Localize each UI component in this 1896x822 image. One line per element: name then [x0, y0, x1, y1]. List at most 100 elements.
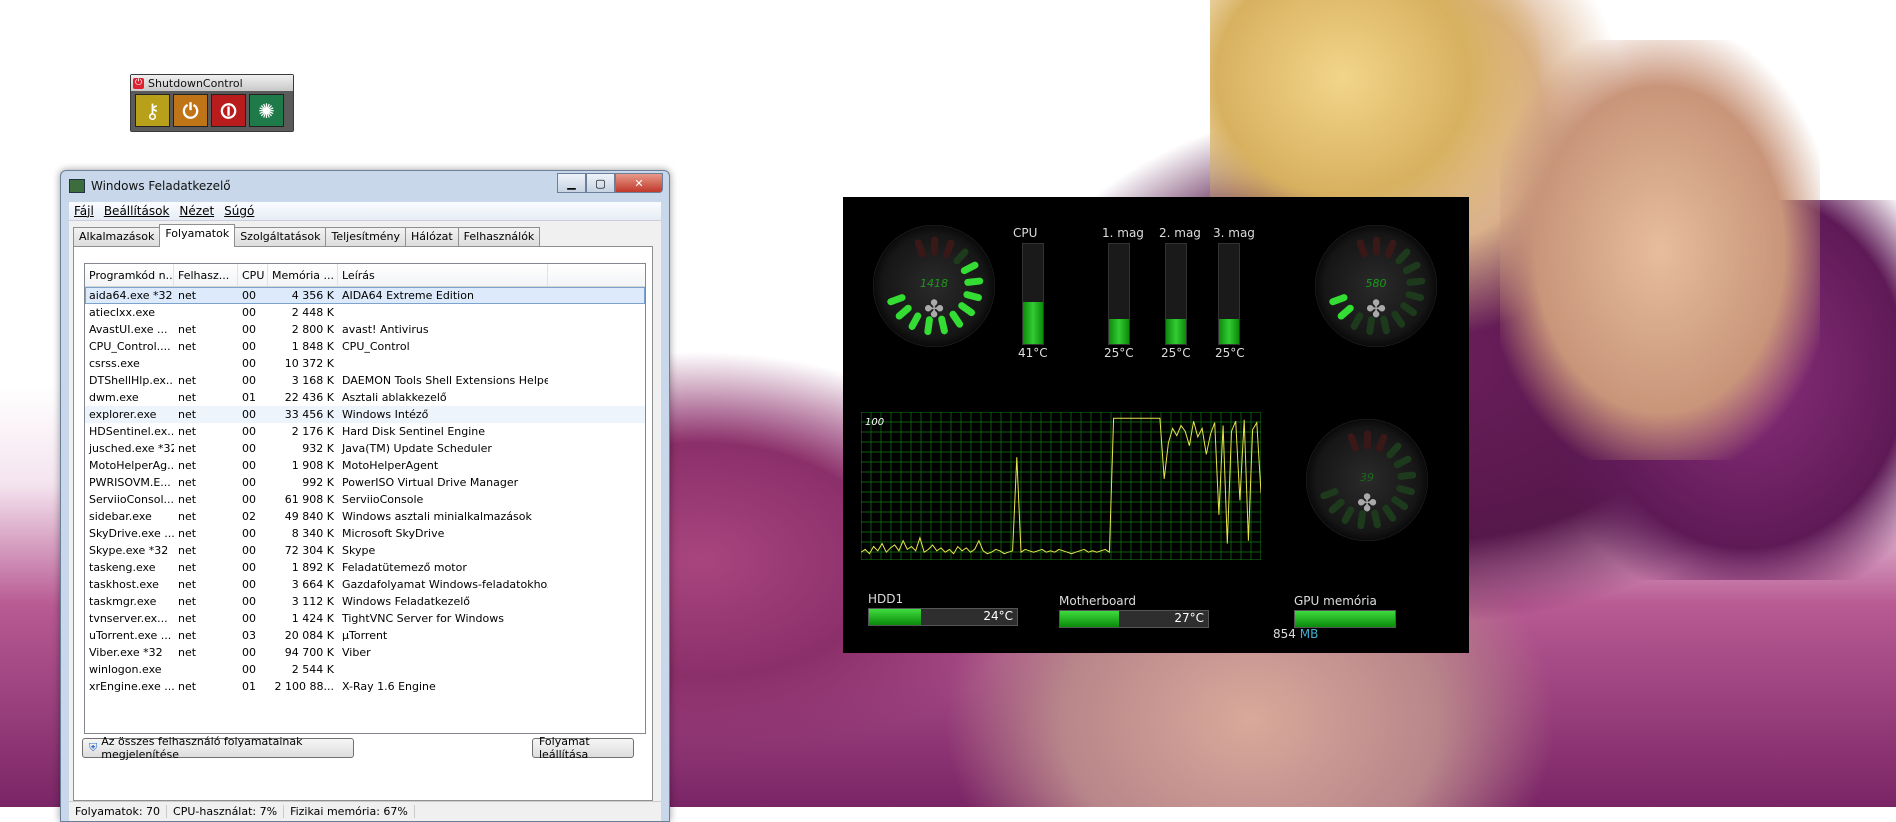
table-row[interactable]: jusched.exe *32net00932 KJava(TM) Update… — [85, 440, 645, 457]
gauge-segment — [1332, 502, 1341, 510]
cell-image-name: jusched.exe *32 — [85, 442, 174, 455]
cell-cpu: 00 — [238, 459, 268, 472]
cell-memory: 94 700 K — [268, 646, 338, 659]
fan-gauge-2: 580 ✤ — [1315, 225, 1437, 347]
tab-bar: Alkalmazások Folyamatok Szolgáltatások T… — [69, 221, 661, 247]
table-row[interactable]: Viber.exe *32net0094 700 KViber — [85, 644, 645, 661]
cell-memory: 3 112 K — [268, 595, 338, 608]
cell-cpu: 00 — [238, 289, 268, 302]
restart-button[interactable]: ✺ — [249, 94, 284, 127]
table-row[interactable]: taskeng.exenet001 892 KFeladatütemező mo… — [85, 559, 645, 576]
show-all-users-button[interactable]: ⛨ Az összes felhasználó folyamatainak me… — [82, 738, 354, 758]
table-row[interactable]: xrEngine.exe ...net012 100 88...X-Ray 1.… — [85, 678, 645, 695]
table-row[interactable]: MotoHelperAg...net001 908 KMotoHelperAge… — [85, 457, 645, 474]
fan-gauge-1: 1418 ✤ — [873, 225, 995, 347]
shutdown-button[interactable]: ⏼ — [211, 94, 246, 127]
table-row[interactable]: tvnserver.ex...net001 424 KTightVNC Serv… — [85, 610, 645, 627]
cell-cpu: 00 — [238, 476, 268, 489]
gpu-memory-readout: 854 MB — [1273, 627, 1318, 641]
cell-image-name: dwm.exe — [85, 391, 174, 404]
gauge-segment — [962, 306, 972, 313]
key-button[interactable]: ⚷ — [135, 94, 170, 127]
cell-user: net — [174, 493, 238, 506]
column-cpu[interactable]: CPU — [238, 264, 268, 286]
tab-services[interactable]: Szolgáltatások — [234, 227, 326, 247]
table-row[interactable]: taskmgr.exenet003 112 KWindows Feladatke… — [85, 593, 645, 610]
cell-user: net — [174, 527, 238, 540]
cell-image-name: explorer.exe — [85, 408, 174, 421]
cell-user: net — [174, 629, 238, 642]
tab-applications[interactable]: Alkalmazások — [73, 227, 160, 247]
cell-cpu: 02 — [238, 510, 268, 523]
column-description[interactable]: Leírás — [338, 264, 548, 286]
table-row[interactable]: ServiioConsol...net0061 908 KServiioCons… — [85, 491, 645, 508]
cell-image-name: AvastUI.exe ... — [85, 323, 174, 336]
gauge-segment — [1397, 459, 1408, 464]
cell-image-name: taskhost.exe — [85, 578, 174, 591]
minimize-button[interactable]: ▁ — [557, 173, 586, 193]
tab-network[interactable]: Hálózat — [405, 227, 459, 247]
cell-user: net — [174, 595, 238, 608]
gauge-segment — [1324, 492, 1335, 496]
fan-gauge-3-value: 39 — [1306, 471, 1428, 484]
table-row[interactable]: dwm.exenet0122 436 KAsztali ablakkezelő — [85, 389, 645, 406]
table-row[interactable]: taskhost.exenet003 664 KGazdafolyamat Wi… — [85, 576, 645, 593]
cell-description: MotoHelperAgent — [338, 459, 548, 472]
cell-user: net — [174, 680, 238, 693]
column-memory[interactable]: Memória ... — [268, 264, 338, 286]
cell-memory: 932 K — [268, 442, 338, 455]
gpu-memory-label: GPU memória — [1294, 594, 1377, 608]
gauge-segment — [1354, 316, 1360, 327]
table-row[interactable]: Skype.exe *32net0072 304 KSkype — [85, 542, 645, 559]
table-row[interactable]: csrss.exe0010 372 K — [85, 355, 645, 372]
table-row[interactable]: sidebar.exenet0249 840 KWindows asztali … — [85, 508, 645, 525]
table-row[interactable]: aida64.exe *32net004 356 KAIDA64 Extreme… — [85, 287, 645, 304]
menu-options[interactable]: Beállítások — [99, 204, 175, 218]
table-row[interactable]: HDSentinel.ex...net002 176 KHard Disk Se… — [85, 423, 645, 440]
shutdown-control-app-icon: ⏻ — [133, 78, 144, 89]
cell-image-name: MotoHelperAg... — [85, 459, 174, 472]
column-user[interactable]: Felhasz... — [174, 264, 238, 286]
cell-memory: 2 100 88... — [268, 680, 338, 693]
close-button[interactable]: ✕ — [615, 173, 663, 193]
menu-view[interactable]: Nézet — [174, 204, 219, 218]
table-row[interactable]: AvastUI.exe ...net002 800 Kavast! Antivi… — [85, 321, 645, 338]
cell-memory: 1 848 K — [268, 340, 338, 353]
tab-users[interactable]: Felhasználók — [458, 227, 541, 247]
cpu-temp-value: 41°C — [1018, 346, 1048, 360]
cell-cpu: 01 — [238, 391, 268, 404]
cell-image-name: CPU_Control.... — [85, 340, 174, 353]
column-image-name[interactable]: Programkód n... — [85, 264, 174, 286]
motherboard-temp-value: 27°C — [1174, 611, 1204, 625]
table-row[interactable]: PWRISOVM.E...net00992 KPowerISO Virtual … — [85, 474, 645, 491]
core2-temp-fill — [1166, 319, 1186, 344]
power-button[interactable]: ⏻ — [173, 94, 208, 127]
cell-cpu: 00 — [238, 408, 268, 421]
cell-memory: 20 084 K — [268, 629, 338, 642]
cell-user: net — [174, 408, 238, 421]
cell-user: net — [174, 510, 238, 523]
shield-icon: ⛨ — [89, 741, 97, 755]
tab-performance[interactable]: Teljesítmény — [325, 227, 406, 247]
maximize-button[interactable]: ▢ — [586, 173, 615, 193]
menu-file[interactable]: Fájl — [69, 204, 99, 218]
table-row[interactable]: winlogon.exe002 544 K — [85, 661, 645, 678]
menu-help[interactable]: Súgó — [219, 204, 259, 218]
table-row[interactable]: SkyDrive.exe ...net008 340 KMicrosoft Sk… — [85, 525, 645, 542]
gauge-segment — [1388, 243, 1392, 254]
table-row[interactable]: DTShellHlp.ex...net003 168 KDAEMON Tools… — [85, 372, 645, 389]
tab-processes[interactable]: Folyamatok — [159, 224, 235, 247]
graph-grid — [861, 412, 1261, 560]
gauge-segment — [1404, 306, 1414, 313]
wallpaper-arm — [1500, 40, 1820, 460]
end-process-button[interactable]: Folyamat leállítása — [532, 738, 634, 758]
cell-description: avast! Antivirus — [338, 323, 548, 336]
hardware-monitor-gadget: 1418 ✤ 580 ✤ 39 ✤ CPU 1. mag 2. mag 3. m… — [843, 197, 1469, 653]
process-list-header: Programkód n... Felhasz... CPU Memória .… — [85, 264, 645, 287]
cell-image-name: Viber.exe *32 — [85, 646, 174, 659]
table-row[interactable]: atieclxx.exe002 448 K — [85, 304, 645, 321]
table-row[interactable]: explorer.exenet0033 456 KWindows Intéző — [85, 406, 645, 423]
table-row[interactable]: CPU_Control....net001 848 KCPU_Control — [85, 338, 645, 355]
gauge-segment — [1345, 510, 1351, 521]
table-row[interactable]: uTorrent.exe ...net0320 084 KµTorrent — [85, 627, 645, 644]
